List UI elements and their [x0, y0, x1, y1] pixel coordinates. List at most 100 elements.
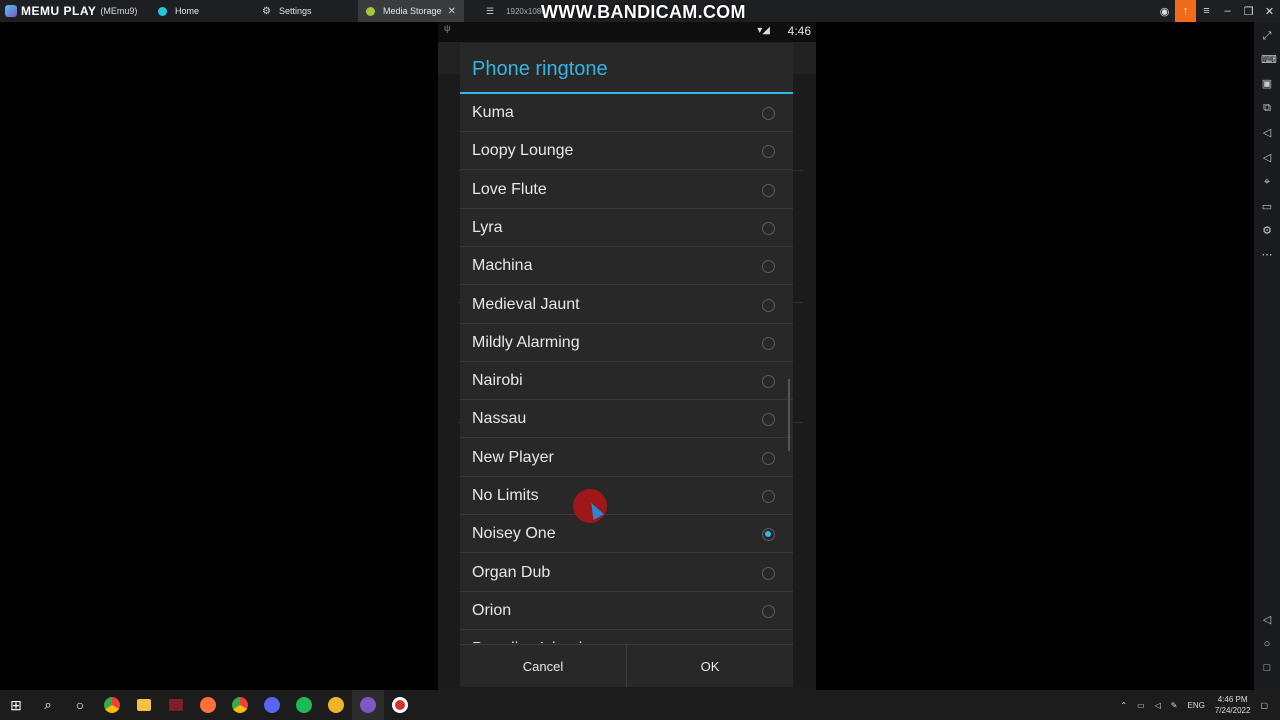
gear-icon: ⚙ — [262, 5, 271, 17]
language-indicator[interactable]: ENG — [1188, 701, 1205, 710]
list-item[interactable]: Nassau — [460, 400, 793, 439]
instance-name: (MEmu9) — [100, 6, 138, 16]
volume-up-icon[interactable]: ◁ — [1261, 127, 1273, 139]
task-view-icon[interactable]: ○ — [64, 690, 96, 720]
terminal-icon[interactable] — [160, 690, 192, 720]
home-icon — [158, 6, 167, 16]
menu-icon[interactable]: ☰ — [486, 6, 494, 17]
ringtone-label: No Limits — [472, 487, 539, 504]
cancel-button[interactable]: Cancel — [460, 645, 627, 687]
radio-icon[interactable] — [762, 183, 775, 197]
upgrade-icon[interactable]: ↑ — [1175, 0, 1196, 22]
radio-icon[interactable] — [762, 604, 775, 618]
keyboard-icon[interactable]: ⌨ — [1261, 54, 1277, 66]
recents-icon[interactable]: □ — [1261, 662, 1273, 674]
firefox-icon[interactable] — [192, 690, 224, 720]
ringtone-list[interactable]: Kuma Loopy Lounge Love Flute Lyra Machina Med… — [460, 94, 793, 643]
ringtone-label: New Player — [472, 448, 554, 466]
fullscreen-icon[interactable]: ⤢ — [1261, 30, 1273, 42]
radio-icon[interactable] — [762, 107, 775, 120]
list-item[interactable]: Medieval Jaunt — [460, 286, 793, 324]
search-icon[interactable]: ⌕ — [32, 690, 64, 720]
minimize-icon[interactable]: – — [1217, 0, 1238, 22]
bandicam-icon[interactable] — [384, 690, 416, 720]
dialog-title: Phone ringtone — [460, 43, 793, 94]
list-item[interactable]: Organ Dub — [460, 554, 793, 592]
radio-icon[interactable] — [762, 221, 775, 235]
clock[interactable]: 4:46 PM 7/24/2022 — [1215, 694, 1251, 716]
ringtone-label: Love Flute — [472, 180, 547, 198]
close-icon[interactable]: ✕ — [1259, 0, 1280, 22]
list-item[interactable]: Mildly Alarming — [460, 324, 793, 362]
clock-time: 4:46 PM — [1217, 695, 1248, 704]
radio-icon[interactable] — [762, 336, 775, 350]
list-item[interactable]: Lyra — [460, 209, 793, 247]
wifi-signal-icon: ▾◢ — [757, 25, 770, 36]
tab-label: Settings — [279, 6, 312, 16]
chevron-up-icon[interactable]: ⌃ — [1120, 701, 1127, 710]
window-controls: ◉ ↑ ≡ – ❐ ✕ — [1154, 0, 1280, 22]
list-item[interactable]: Noisey One — [460, 515, 793, 554]
location-icon[interactable]: ⌖ — [1261, 176, 1273, 188]
ringtone-label: Lyra — [472, 218, 503, 236]
back-icon[interactable]: ◁ — [1261, 614, 1273, 626]
list-item[interactable]: Machina — [460, 247, 793, 286]
chrome-icon[interactable] — [96, 690, 128, 720]
ok-button[interactable]: OK — [627, 645, 793, 687]
status-time: 4:46 — [787, 24, 811, 38]
multi-window-icon[interactable]: ⧉ — [1261, 102, 1273, 114]
tab-label: Media Storage — [383, 6, 442, 16]
radio-icon[interactable] — [762, 298, 775, 312]
ringtone-label: Medieval Jaunt — [472, 295, 580, 313]
more-icon[interactable]: ⋯ — [1261, 249, 1273, 261]
notification-icon[interactable]: ▢ — [1260, 701, 1268, 710]
radio-icon[interactable] — [762, 375, 775, 389]
tab-label: Home — [175, 6, 200, 16]
list-item[interactable]: No Limits — [460, 477, 793, 515]
tab-home[interactable]: Home — [150, 0, 254, 22]
radio-icon[interactable] — [762, 413, 775, 427]
pen-icon[interactable]: ✎ — [1171, 701, 1178, 710]
apk-icon[interactable]: ▣ — [1261, 78, 1273, 90]
list-item[interactable]: Orion — [460, 592, 793, 630]
windows-taskbar: ⊞ ⌕ ○ ⌃ ▭ ◁ ✎ ENG 4:46 PM 7/24/2022 ▢ — [0, 690, 1280, 720]
list-item[interactable]: New Player — [460, 439, 793, 477]
list-item[interactable]: Nairobi — [460, 362, 793, 401]
radio-selected-icon[interactable] — [762, 528, 775, 542]
scrollbar-thumb[interactable] — [788, 379, 790, 451]
account-icon[interactable]: ◉ — [1154, 0, 1175, 22]
list-item[interactable]: Love Flute — [460, 171, 793, 209]
ringtone-label: Nassau — [472, 410, 527, 428]
ringtone-label: Organ Dub — [472, 563, 551, 581]
list-item[interactable]: Loopy Lounge — [460, 132, 793, 171]
ringtone-label: Orion — [472, 601, 512, 619]
home-nav-icon[interactable]: ○ — [1261, 638, 1273, 650]
discord-icon[interactable] — [256, 690, 288, 720]
tab-media-storage[interactable]: Media Storage ✕ — [358, 0, 464, 22]
radio-icon[interactable] — [762, 490, 775, 503]
list-item[interactable]: Kuma — [460, 94, 793, 132]
radio-icon[interactable] — [762, 566, 775, 580]
radio-icon[interactable] — [762, 145, 775, 159]
restore-icon[interactable]: ❐ — [1238, 0, 1259, 22]
list-item[interactable]: Paradise Island — [460, 630, 793, 643]
brand-name: MEMU PLAY — [21, 4, 97, 18]
settings-icon[interactable]: ⚙ — [1261, 225, 1273, 237]
file-explorer-icon[interactable] — [128, 690, 160, 720]
ringtone-label: Loopy Lounge — [472, 142, 574, 160]
tab-close-icon[interactable]: ✕ — [448, 6, 456, 17]
volume-icon[interactable]: ◁ — [1155, 701, 1161, 710]
memu-multi-icon[interactable] — [352, 690, 384, 720]
radio-icon[interactable] — [762, 260, 775, 274]
memu-icon[interactable] — [320, 690, 352, 720]
network-icon[interactable]: ▭ — [1137, 701, 1145, 710]
spotify-icon[interactable] — [288, 690, 320, 720]
start-icon[interactable]: ⊞ — [0, 690, 32, 720]
chrome-icon[interactable] — [224, 690, 256, 720]
menu-icon[interactable]: ≡ — [1196, 0, 1217, 22]
tab-settings[interactable]: ⚙ Settings — [254, 0, 358, 22]
folder-icon[interactable]: ▭ — [1261, 201, 1273, 213]
volume-down-icon[interactable]: ◁ — [1261, 152, 1273, 164]
emulator-sidebar: ⤢ ⌨ ▣ ⧉ ◁ ◁ ⌖ ▭ ⚙ ⋯ ◁ ○ □ — [1254, 22, 1280, 690]
radio-icon[interactable] — [762, 451, 775, 465]
